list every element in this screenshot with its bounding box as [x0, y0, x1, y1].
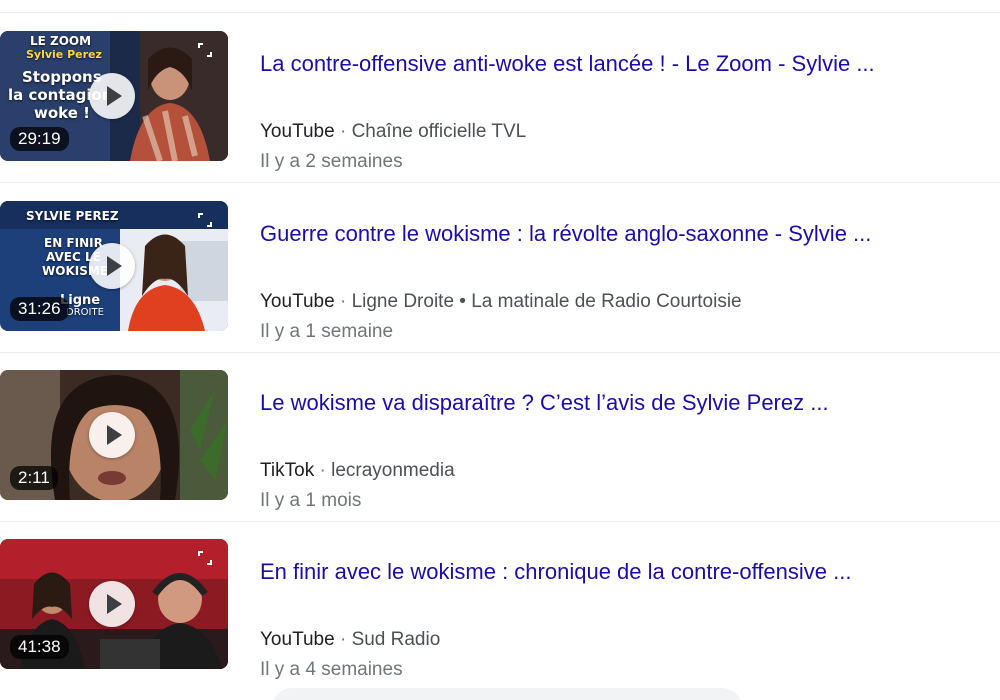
thumbnail-caption: Stoppons: [22, 68, 102, 86]
video-result-3[interactable]: 2:11 Le wokisme va disparaître ? C’est l…: [0, 352, 1000, 522]
video-source: TikTok: [260, 460, 315, 481]
video-duration: 31:26: [10, 297, 69, 321]
video-date: Il y a 1 mois: [260, 490, 362, 511]
play-icon[interactable]: [89, 412, 135, 458]
video-meta: YouTube · Sud Radio: [260, 628, 440, 652]
play-icon[interactable]: [89, 73, 135, 119]
video-date: Il y a 4 semaines: [260, 659, 403, 680]
play-icon[interactable]: [89, 243, 135, 289]
video-channel: Ligne Droite • La matinale de Radio Cour…: [351, 291, 742, 312]
video-source: YouTube: [260, 121, 335, 142]
meta-separator: ·: [339, 291, 347, 312]
video-title-link[interactable]: Le wokisme va disparaître ? C’est l’avis…: [260, 389, 980, 417]
meta-separator: ·: [339, 629, 347, 650]
video-meta: YouTube · Chaîne officielle TVL: [260, 120, 526, 144]
thumbnail-caption: SYLVIE PEREZ: [26, 209, 119, 223]
video-channel: Sud Radio: [351, 629, 441, 650]
video-result-4[interactable]: 41:38 En finir avec le wokisme : chroniq…: [0, 521, 1000, 691]
video-date: Il y a 1 semaine: [260, 321, 394, 342]
video-meta: TikTok · lecrayonmedia: [260, 459, 455, 483]
thumbnail-caption: DROITE: [66, 307, 104, 318]
thumbnail-caption: EN FINIR: [44, 236, 103, 250]
play-icon[interactable]: [89, 581, 135, 627]
video-duration: 41:38: [10, 635, 69, 659]
expand-icon: [198, 213, 212, 227]
video-date: Il y a 2 semaines: [260, 151, 403, 172]
video-thumbnail[interactable]: 41:38: [0, 539, 228, 669]
thumbnail-caption: Sylvie Perez: [26, 48, 102, 61]
video-title-link[interactable]: Guerre contre le wokisme : la révolte an…: [260, 220, 980, 248]
meta-separator: ·: [339, 121, 347, 142]
video-channel: lecrayonmedia: [331, 460, 455, 481]
show-more-button[interactable]: [272, 688, 742, 700]
video-channel: Chaîne officielle TVL: [351, 121, 527, 142]
video-results-page: LE ZOOM Sylvie Perez Stoppons la contagi…: [0, 0, 1000, 700]
video-title-link[interactable]: La contre-offensive anti-woke est lancée…: [260, 50, 980, 78]
video-thumbnail[interactable]: LE ZOOM Sylvie Perez Stoppons la contagi…: [0, 31, 228, 161]
meta-separator: ·: [319, 460, 326, 481]
video-duration: 2:11: [10, 466, 58, 490]
video-thumbnail[interactable]: SYLVIE PEREZ EN FINIR AVEC LE WOKISME Li…: [0, 201, 228, 331]
video-result-1[interactable]: LE ZOOM Sylvie Perez Stoppons la contagi…: [0, 13, 1000, 183]
video-duration: 29:19: [10, 127, 69, 151]
video-source: YouTube: [260, 291, 335, 312]
thumbnail-caption: LE ZOOM: [30, 34, 92, 48]
video-source: YouTube: [260, 629, 335, 650]
video-result-2[interactable]: SYLVIE PEREZ EN FINIR AVEC LE WOKISME Li…: [0, 183, 1000, 353]
video-title-link[interactable]: En finir avec le wokisme : chronique de …: [260, 558, 980, 586]
expand-icon: [198, 43, 212, 57]
thumbnail-caption: woke !: [34, 104, 90, 122]
video-meta: YouTube · Ligne Droite • La matinale de …: [260, 290, 742, 314]
expand-icon: [198, 551, 212, 565]
video-thumbnail[interactable]: 2:11: [0, 370, 228, 500]
